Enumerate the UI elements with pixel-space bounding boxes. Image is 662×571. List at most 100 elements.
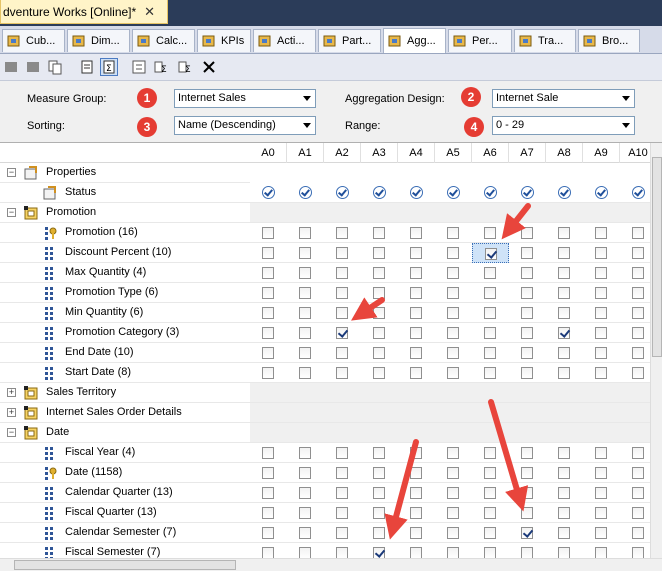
aggregation-cell[interactable] [398,303,435,323]
aggregation-checkbox[interactable] [595,327,607,339]
aggregation-checkbox[interactable] [447,247,459,259]
aggregation-cell[interactable] [472,443,509,463]
aggregation-cell[interactable] [361,223,398,243]
aggregation-cell[interactable] [472,523,509,543]
aggregation-checkbox[interactable] [373,307,385,319]
aggregation-checkbox[interactable] [484,347,496,359]
aggregation-checkbox[interactable] [484,447,496,459]
aggregation-checkbox[interactable] [447,327,459,339]
aggregation-checkbox[interactable] [336,527,348,539]
aggregation-checkbox[interactable] [632,267,644,279]
aggregation-checkbox[interactable] [299,247,311,259]
aggregation-cell[interactable] [472,543,509,558]
column-header[interactable]: A8 [546,143,583,163]
aggregation-cell[interactable] [509,523,546,543]
aggregation-cell[interactable] [250,283,287,303]
aggregation-checkbox[interactable] [447,487,459,499]
aggregation-cell[interactable] [472,483,509,503]
aggregation-checkbox[interactable] [373,227,385,239]
aggregation-checkbox[interactable] [558,327,570,339]
aggregation-cell[interactable] [620,303,650,323]
aggregation-checkbox[interactable] [558,347,570,359]
collapse-icon[interactable]: − [7,168,16,177]
aggregation-checkbox[interactable] [447,527,459,539]
aggregation-checkbox[interactable] [447,227,459,239]
aggregation-cell[interactable] [546,363,583,383]
aggregation-checkbox[interactable] [336,467,348,479]
aggregation-cell[interactable] [620,483,650,503]
aggregation-checkbox[interactable] [484,467,496,479]
aggregation-checkbox[interactable] [632,547,644,558]
tree-cell[interactable]: Start Date (8) [0,363,250,383]
aggregation-checkbox[interactable] [632,227,644,239]
aggregation-checkbox[interactable] [336,227,348,239]
aggregation-checkbox[interactable] [299,307,311,319]
aggregation-cell[interactable] [250,443,287,463]
tree-cell[interactable]: Calendar Quarter (13) [0,483,250,503]
aggregation-checkbox[interactable] [299,527,311,539]
aggregation-checkbox[interactable] [299,367,311,379]
aggregation-cell[interactable] [398,503,435,523]
aggregation-checkbox[interactable] [336,447,348,459]
designer-tab-8[interactable]: Tra... [514,29,576,52]
advanced-view-icon[interactable]: Σ [100,58,118,76]
column-header[interactable]: A3 [361,143,398,163]
aggregation-checkbox[interactable] [447,447,459,459]
tree-cell[interactable]: Status [0,183,250,203]
aggregation-cell[interactable] [583,463,620,483]
aggregation-checkbox[interactable] [595,547,607,558]
tree-cell[interactable]: − Properties [0,163,250,183]
aggregation-checkbox[interactable] [299,287,311,299]
designer-tab-4[interactable]: Acti... [253,29,316,52]
aggregation-cell[interactable] [398,263,435,283]
column-header[interactable]: A4 [398,143,435,163]
aggregation-cell[interactable] [398,283,435,303]
vertical-scrollbar[interactable] [650,143,662,558]
aggregation-cell[interactable] [509,363,546,383]
horizontal-scroll-thumb[interactable] [14,560,236,570]
aggregation-cell[interactable] [435,303,472,323]
aggregation-cell[interactable] [583,263,620,283]
aggregation-cell[interactable] [361,503,398,523]
aggregation-cell[interactable] [583,283,620,303]
aggregation-cell[interactable] [509,323,546,343]
aggregation-checkbox[interactable] [484,507,496,519]
aggregation-cell[interactable] [287,343,324,363]
aggregation-cell[interactable] [435,223,472,243]
aggregation-cell[interactable] [620,523,650,543]
aggregation-cell[interactable] [324,223,361,243]
aggregation-checkbox[interactable] [373,287,385,299]
aggregation-cell[interactable] [324,323,361,343]
aggregation-checkbox[interactable] [262,507,274,519]
aggregation-cell[interactable] [620,443,650,463]
aggregation-cell[interactable] [546,483,583,503]
aggregation-cell[interactable] [250,303,287,323]
aggregation-cell[interactable] [620,343,650,363]
aggregation-checkbox[interactable] [595,247,607,259]
aggregation-checkbox[interactable] [373,447,385,459]
aggregation-cell[interactable] [250,523,287,543]
tree-cell[interactable]: + Internet Sales Order Details [0,403,250,423]
aggregation-checkbox[interactable] [447,347,459,359]
toolbar-copy-icon[interactable] [46,58,64,76]
tree-cell[interactable]: Promotion Type (6) [0,283,250,303]
aggregation-cell[interactable] [361,323,398,343]
column-header[interactable]: A2 [324,143,361,163]
aggregation-cell[interactable] [472,343,509,363]
aggregation-checkbox[interactable] [447,367,459,379]
aggregation-cell[interactable] [472,283,509,303]
designer-tab-2[interactable]: Calc... [132,29,195,52]
aggregation-checkbox[interactable] [558,487,570,499]
column-header[interactable]: A1 [287,143,324,163]
aggregation-checkbox[interactable] [521,287,533,299]
aggregation-checkbox[interactable] [595,447,607,459]
aggregation-checkbox[interactable] [484,227,496,239]
aggregation-checkbox[interactable] [373,367,385,379]
aggregation-cell[interactable] [361,463,398,483]
aggregation-cell[interactable] [546,463,583,483]
aggregation-design-combo[interactable]: Internet Sale [492,89,635,108]
aggregation-cell[interactable] [435,443,472,463]
aggregation-cell[interactable] [287,503,324,523]
aggregation-checkbox[interactable] [336,267,348,279]
aggregation-checkbox[interactable] [336,507,348,519]
